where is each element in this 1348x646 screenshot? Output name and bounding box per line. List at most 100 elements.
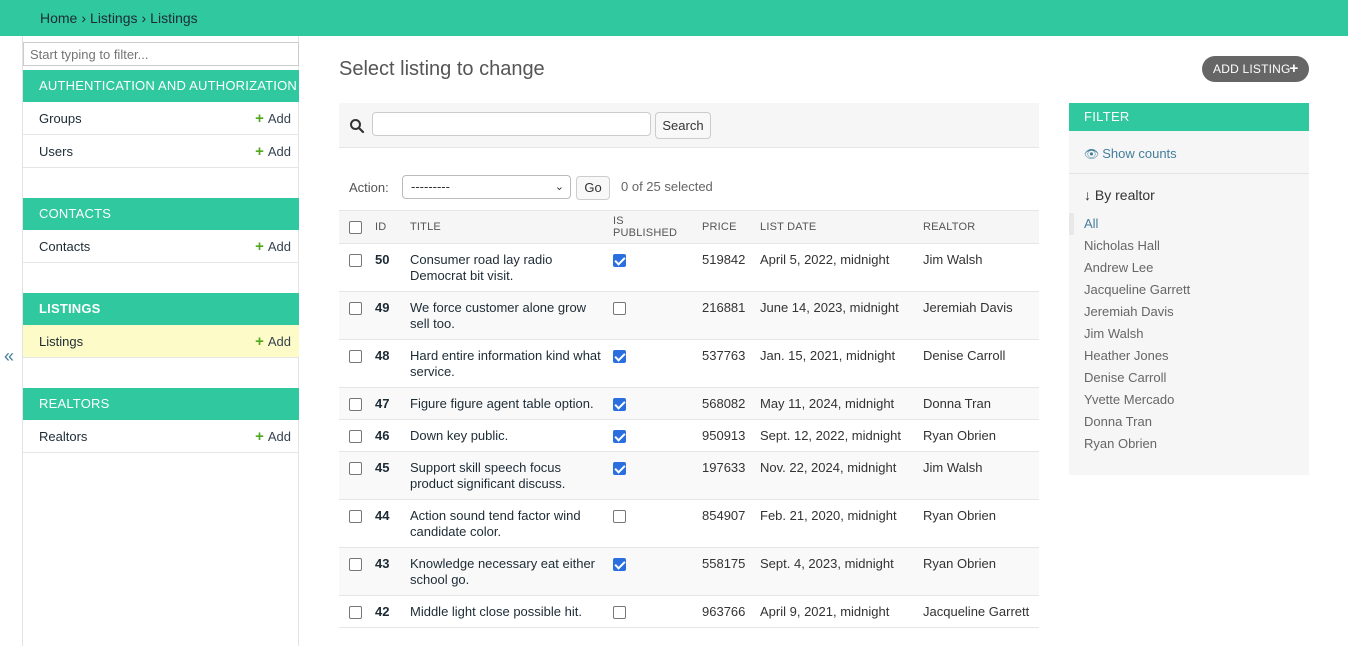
filter-option[interactable]: Donna Tran: [1069, 411, 1309, 433]
row-id[interactable]: 45: [369, 451, 404, 500]
row-published-cell[interactable]: [607, 419, 696, 452]
app-header-contacts[interactable]: CONTACTS: [23, 198, 299, 230]
sidebar-item-listings[interactable]: Listings + Add: [23, 325, 299, 358]
filter-option[interactable]: All: [1069, 213, 1309, 235]
filter-option[interactable]: Jeremiah Davis: [1069, 301, 1309, 323]
row-select-cell[interactable]: [339, 387, 369, 420]
row-select-checkbox[interactable]: [349, 462, 362, 476]
published-checkbox[interactable]: [613, 302, 626, 316]
add-contacts-button[interactable]: + Add: [255, 230, 291, 263]
row-published-cell[interactable]: [607, 595, 696, 628]
filter-by-realtor-heading[interactable]: ↓ By realtor: [1084, 187, 1155, 203]
published-checkbox[interactable]: [613, 462, 626, 476]
row-select-cell[interactable]: [339, 451, 369, 500]
search-input[interactable]: [372, 112, 651, 136]
table-row[interactable]: 44 Action sound tend factor wind candidat…: [339, 499, 1039, 548]
column-header-id[interactable]: ID: [369, 210, 404, 244]
table-row[interactable]: 43 Knowledge necessary eat either school …: [339, 547, 1039, 596]
select-all-checkbox[interactable]: [349, 220, 362, 234]
add-realtors-button[interactable]: + Add: [255, 420, 291, 453]
row-select-checkbox[interactable]: [349, 302, 362, 316]
add-users-button[interactable]: + Add: [255, 135, 291, 168]
sidebar-collapse-toggle[interactable]: «: [4, 346, 14, 367]
row-select-cell[interactable]: [339, 595, 369, 628]
row-published-cell[interactable]: [607, 499, 696, 548]
row-published-cell[interactable]: [607, 547, 696, 596]
published-checkbox[interactable]: [613, 558, 626, 572]
row-select-checkbox[interactable]: [349, 430, 362, 444]
sidebar-item-label[interactable]: Contacts: [39, 239, 90, 254]
sidebar-item-label[interactable]: Groups: [39, 111, 82, 126]
row-published-cell[interactable]: [607, 339, 696, 388]
add-listing-button[interactable]: ADD LISTING +: [1202, 56, 1309, 82]
row-select-cell[interactable]: [339, 339, 369, 388]
row-select-cell[interactable]: [339, 547, 369, 596]
table-row[interactable]: 45 Support skill speech focus product sig…: [339, 451, 1039, 500]
published-checkbox[interactable]: [613, 606, 626, 620]
sidebar-item-label[interactable]: Users: [39, 144, 73, 159]
row-id[interactable]: 42: [369, 595, 404, 628]
filter-option[interactable]: Ryan Obrien: [1069, 433, 1309, 455]
app-header-listings[interactable]: LISTINGS: [23, 293, 299, 325]
row-id[interactable]: 49: [369, 291, 404, 340]
row-select-cell[interactable]: [339, 243, 369, 292]
row-id[interactable]: 47: [369, 387, 404, 420]
column-header-title[interactable]: TITLE: [404, 210, 607, 244]
sidebar-item-label[interactable]: Realtors: [39, 429, 87, 444]
app-header-auth[interactable]: AUTHENTICATION AND AUTHORIZATION: [23, 70, 299, 102]
row-id[interactable]: 43: [369, 547, 404, 596]
search-button[interactable]: Search: [655, 112, 711, 139]
show-counts-link[interactable]: 👁 Show counts: [1084, 146, 1177, 161]
row-select-checkbox[interactable]: [349, 510, 362, 524]
filter-option[interactable]: Jacqueline Garrett: [1069, 279, 1309, 301]
row-id[interactable]: 44: [369, 499, 404, 548]
column-header-price[interactable]: PRICE: [696, 210, 754, 244]
row-published-cell[interactable]: [607, 387, 696, 420]
breadcrumb-app[interactable]: Listings: [90, 10, 137, 26]
filter-option[interactable]: Heather Jones: [1069, 345, 1309, 367]
table-row[interactable]: 50 Consumer road lay radio Democrat bit v…: [339, 243, 1039, 292]
select-all-header[interactable]: [339, 210, 369, 244]
published-checkbox[interactable]: [613, 510, 626, 524]
sidebar-item-users[interactable]: Users + Add: [23, 135, 299, 168]
row-select-checkbox[interactable]: [349, 606, 362, 620]
row-select-cell[interactable]: [339, 419, 369, 452]
sidebar-item-contacts[interactable]: Contacts + Add: [23, 230, 299, 263]
row-select-cell[interactable]: [339, 499, 369, 548]
add-listings-button[interactable]: + Add: [255, 325, 291, 358]
row-select-checkbox[interactable]: [349, 350, 362, 364]
table-row[interactable]: 47 Figure figure agent table option. 56808…: [339, 387, 1039, 420]
row-published-cell[interactable]: [607, 451, 696, 500]
row-select-checkbox[interactable]: [349, 254, 362, 268]
breadcrumb-home[interactable]: Home: [40, 10, 77, 26]
row-select-checkbox[interactable]: [349, 558, 362, 572]
filter-option[interactable]: Denise Carroll: [1069, 367, 1309, 389]
sidebar-item-groups[interactable]: Groups + Add: [23, 102, 299, 135]
table-row[interactable]: 48 Hard entire information kind what serv…: [339, 339, 1039, 388]
published-checkbox[interactable]: [613, 350, 626, 364]
filter-option[interactable]: Nicholas Hall: [1069, 235, 1309, 257]
sidebar-item-realtors[interactable]: Realtors + Add: [23, 420, 299, 453]
sidebar-item-label[interactable]: Listings: [39, 334, 83, 349]
sidebar-filter-input[interactable]: [23, 42, 299, 66]
filter-option[interactable]: Andrew Lee: [1069, 257, 1309, 279]
action-select[interactable]: --------- ⌄: [402, 175, 571, 199]
row-id[interactable]: 48: [369, 339, 404, 388]
column-header-realtor[interactable]: REALTOR: [917, 210, 1039, 244]
published-checkbox[interactable]: [613, 398, 626, 412]
column-header-published[interactable]: IS PUBLISHED: [607, 210, 696, 244]
row-published-cell[interactable]: [607, 291, 696, 340]
row-select-checkbox[interactable]: [349, 398, 362, 412]
published-checkbox[interactable]: [613, 254, 626, 268]
published-checkbox[interactable]: [613, 430, 626, 444]
row-select-cell[interactable]: [339, 291, 369, 340]
table-row[interactable]: 46 Down key public. 950913 Sept. 12, 2022, …: [339, 419, 1039, 452]
table-row[interactable]: 49 We force customer alone grow sell too.…: [339, 291, 1039, 340]
row-id[interactable]: 50: [369, 243, 404, 292]
row-published-cell[interactable]: [607, 243, 696, 292]
filter-option[interactable]: Jim Walsh: [1069, 323, 1309, 345]
go-button[interactable]: Go: [576, 176, 610, 200]
row-id[interactable]: 46: [369, 419, 404, 452]
filter-option[interactable]: Yvette Mercado: [1069, 389, 1309, 411]
add-groups-button[interactable]: + Add: [255, 102, 291, 135]
